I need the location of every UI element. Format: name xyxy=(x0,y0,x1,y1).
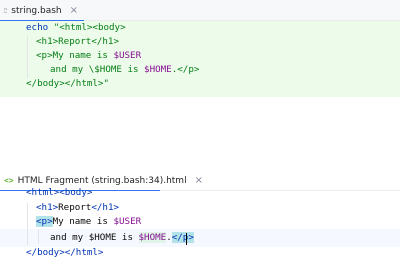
close-icon[interactable]: × xyxy=(70,5,78,16)
matched-tag-close: </p> xyxy=(171,232,194,243)
text-caret xyxy=(186,233,187,245)
indent-guide xyxy=(27,36,28,78)
matched-tag-open: <p> xyxy=(36,216,53,227)
code-line-5: </body></html>" xyxy=(26,78,109,89)
close-icon[interactable]: × xyxy=(195,175,203,186)
fragment-line-5: </body></html> xyxy=(26,247,104,258)
file-icon xyxy=(4,8,8,13)
indent-guide xyxy=(27,203,28,245)
tab-label: string.bash xyxy=(11,5,62,16)
indent-guide xyxy=(38,230,39,244)
editor-tab-bar: string.bash × xyxy=(0,0,400,22)
html-icon: <> xyxy=(4,176,14,185)
tab-string-bash[interactable]: string.bash × xyxy=(0,0,84,22)
